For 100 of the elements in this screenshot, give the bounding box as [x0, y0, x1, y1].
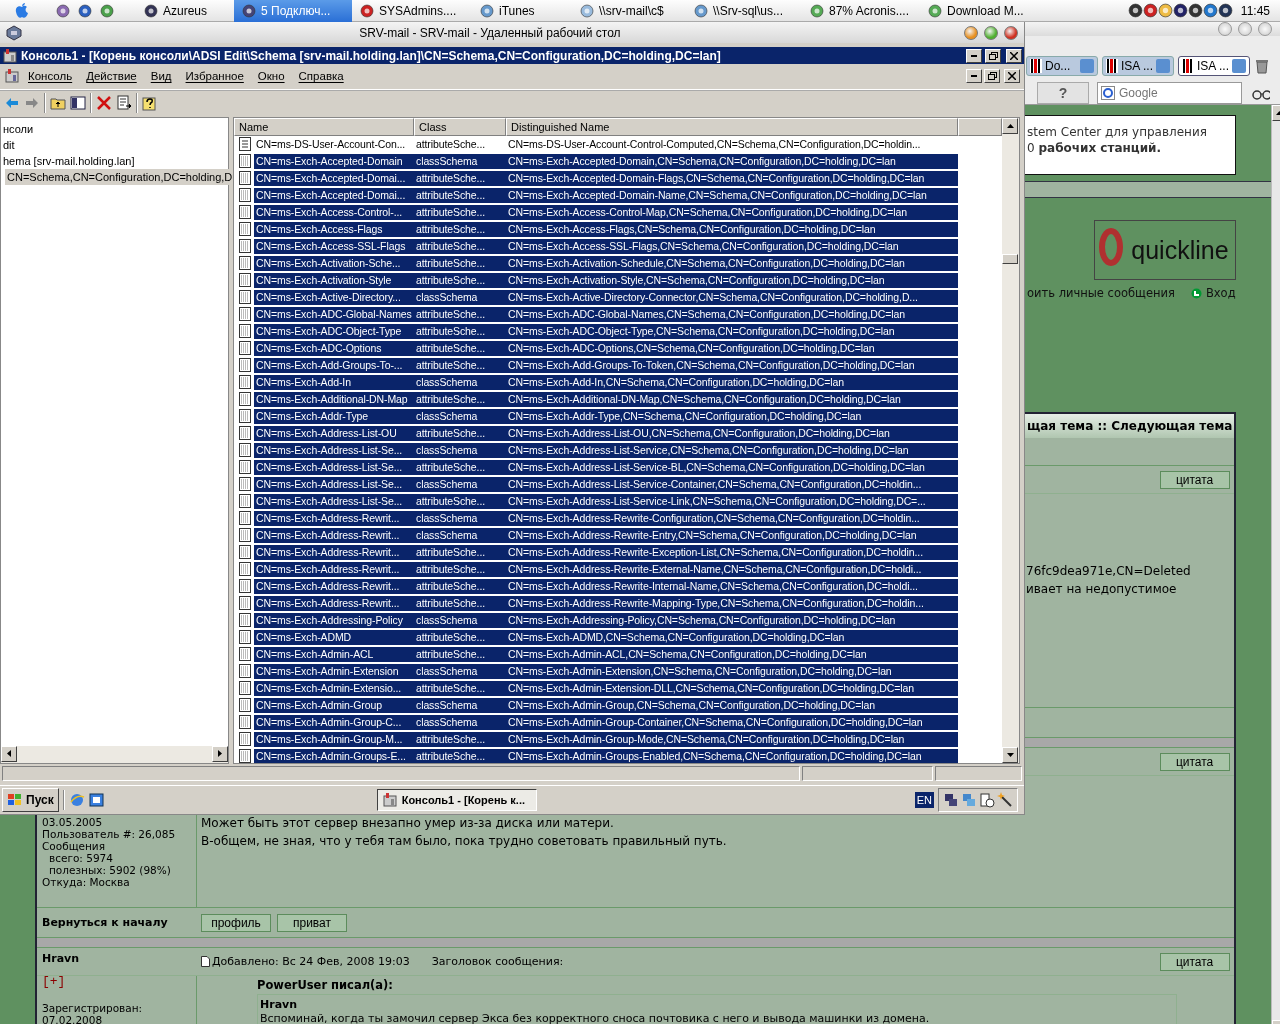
menubar-item[interactable]: \\Srv-sql\us...: [686, 0, 802, 22]
language-indicator[interactable]: EN: [914, 792, 934, 808]
post-author[interactable]: Hravn: [42, 952, 197, 965]
name-cell[interactable]: CN=ms-Exch-Address-List-Se...: [254, 459, 414, 475]
dn-cell: CN=ms-Exch-Address-Rewrite-External-Name,CN=Schema,CN=Configuration,DC=holdi...: [506, 561, 958, 577]
dn-cell: CN=ms-Exch-Address-List-Service-Container,CN=Schema,CN=Configuration,DC=holdin...: [506, 476, 958, 492]
menubar-item[interactable]: 87% Acronis....: [802, 0, 920, 22]
menu-item[interactable]: Консоль: [22, 70, 79, 83]
rank-link[interactable]: [+]: [42, 976, 191, 988]
name-cell[interactable]: CN=ms-Exch-Address-List-OU: [254, 425, 414, 441]
menubar-item[interactable]: 5 Подключ...: [234, 0, 352, 22]
tree-item[interactable]: нсоли: [1, 120, 36, 137]
name-cell[interactable]: CN=ms-Exch-ADC-Options: [254, 340, 414, 356]
logo[interactable]: quickline: [1093, 220, 1236, 280]
name-cell[interactable]: CN=ms-Exch-Additional-DN-Map: [254, 391, 414, 407]
dn-cell: CN=ms-Exch-Activation-Schedule,CN=Schema,CN=Configuration,DC=holding,DC=lan: [506, 255, 958, 271]
tree-item[interactable]: hema [srv-mail.holding.lan]: [1, 152, 137, 169]
name-cell[interactable]: CN=ms-Exch-Accepted-Domain: [254, 153, 414, 169]
browser-tab[interactable]: ISA ...: [1102, 56, 1174, 76]
name-cell[interactable]: CN=ms-Exch-Add-Groups-To-...: [254, 357, 414, 373]
dn-cell: CN=ms-Exch-Addr-Type,CN=Schema,CN=Configuration,DC=holding,DC=lan: [506, 408, 958, 424]
profile-button[interactable]: приват: [277, 913, 347, 932]
name-cell[interactable]: CN=ms-Exch-Access-SSL-Flags: [254, 238, 414, 254]
dn-cell-text: CN=ms-DS-User-Account-Control-Computed,CN=Schema,CN=Configuration,DC=holdin...: [507, 136, 922, 152]
name-cell[interactable]: CN=ms-Exch-Activation-Style: [254, 272, 414, 288]
menu-item[interactable]: Действие: [80, 70, 143, 83]
browser-tab[interactable]: Do...: [1026, 56, 1098, 76]
menu-item[interactable]: Избранное: [179, 70, 250, 83]
dn-cell: CN=ms-Exch-Admin-Extension-DLL,CN=Schema,CN=Configuration,DC=holding,DC=lan: [506, 680, 958, 696]
help-button[interactable]: ?: [1037, 82, 1089, 104]
post-text: 76fc9dea971e,CN=Deleted: [1026, 563, 1191, 580]
browser-tab[interactable]: ISA ...: [1178, 56, 1250, 76]
name-cell[interactable]: CN=ms-Exch-Admin-Extensio...: [254, 680, 414, 696]
nav-link[interactable]: оить личные сообщения: [1027, 286, 1175, 300]
name-cell[interactable]: CN=ms-Exch-Admin-Group-M...: [254, 731, 414, 747]
user-info: полезных: 5902 (98%): [48, 864, 172, 876]
name-cell[interactable]: CN=ms-Exch-ADC-Global-Names: [254, 306, 414, 322]
class-cell: classSchema: [414, 612, 506, 628]
banner-text: stem Center для управления: [1027, 124, 1207, 140]
column-header[interactable]: Distinguished Name: [506, 117, 958, 136]
name-cell[interactable]: CN=ms-Exch-Address-List-Se...: [254, 442, 414, 458]
dn-cell: CN=ms-Exch-Accepted-Domain-Flags,CN=Schema,CN=Configuration,DC=holding,DC=lan: [506, 170, 958, 186]
menu-item[interactable]: Вид: [144, 70, 178, 83]
name-cell[interactable]: CN=ms-Exch-Addressing-Policy: [254, 612, 414, 628]
name-cell[interactable]: CN=ms-Exch-Address-Rewrit...: [254, 561, 414, 577]
name-cell[interactable]: CN=ms-Exch-Address-Rewrit...: [254, 544, 414, 560]
class-cell: attributeSche...: [414, 204, 506, 220]
window-title: SRV-mail - SRV-mail - Удаленный рабочий стол: [358, 25, 622, 40]
search-field[interactable]: Google: [1097, 82, 1242, 104]
quote-button[interactable]: цитата: [1159, 470, 1230, 489]
name-cell[interactable]: CN=ms-Exch-Admin-Extension: [254, 663, 414, 679]
name-cell[interactable]: CN=ms-Exch-Activation-Sche...: [254, 255, 414, 271]
name-cell[interactable]: CN=ms-Exch-Admin-Groups-E...: [254, 748, 414, 763]
name-cell[interactable]: CN=ms-DS-User-Account-Con...: [254, 136, 414, 152]
name-cell[interactable]: CN=ms-Exch-Admin-Group-C...: [254, 714, 414, 730]
name-cell[interactable]: CN=ms-Exch-Address-Rewrit...: [254, 578, 414, 594]
name-cell[interactable]: CN=ms-Exch-Address-List-Se...: [254, 476, 414, 492]
start-button[interactable]: Пуск: [2, 788, 59, 812]
menubar-item[interactable]: Azureus: [136, 0, 234, 22]
tree-item[interactable]: dit: [1, 136, 17, 153]
name-cell[interactable]: CN=ms-Exch-ADC-Object-Type: [254, 323, 414, 339]
login-link[interactable]: Вход: [1205, 286, 1236, 300]
dn-cell: CN=ms-Exch-Accepted-Domain,CN=Schema,CN=Configuration,DC=holding,DC=lan: [506, 153, 958, 169]
name-cell[interactable]: CN=ms-Exch-ADMD: [254, 629, 414, 645]
menu-item[interactable]: Справка: [292, 70, 350, 83]
menu-item[interactable]: Окно: [251, 70, 291, 83]
console-title: Консоль1 - [Корень консоли\ADSI Edit\Schema [srv-mail.holding.lan]\CN=Schema,CN=Configuration,DC=holding,DC=lan]: [21, 48, 722, 63]
quote-button[interactable]: цитата: [1159, 752, 1230, 771]
menubar-item[interactable]: SYSAdmins....: [352, 0, 472, 22]
back-to-top-link[interactable]: Вернуться к началу: [37, 916, 197, 929]
class-cell: classSchema: [414, 527, 506, 543]
name-cell[interactable]: CN=ms-Exch-Addr-Type: [254, 408, 414, 424]
clock: 11:45: [1240, 3, 1270, 18]
topic-navigation[interactable]: щая тема :: Следующая тема: [1027, 419, 1233, 433]
name-cell[interactable]: CN=ms-Exch-Accepted-Domai...: [254, 170, 414, 186]
menubar-item[interactable]: Download M...: [920, 0, 1035, 22]
name-cell[interactable]: CN=ms-Exch-Admin-Group: [254, 697, 414, 713]
dn-cell: CN=ms-Exch-Admin-Group-Container,CN=Schema,CN=Configuration,DC=holding,DC=lan: [506, 714, 958, 730]
menubar-item[interactable]: \\srv-mail\c$: [572, 0, 686, 22]
dn-cell: CN=ms-Exch-Admin-Group-Mode,CN=Schema,CN=Configuration,DC=holding,DC=lan: [506, 731, 958, 747]
menubar-item[interactable]: iTunes: [472, 0, 572, 22]
name-cell[interactable]: CN=ms-Exch-Access-Flags: [254, 221, 414, 237]
name-cell[interactable]: CN=ms-Exch-Address-Rewrit...: [254, 527, 414, 543]
name-cell[interactable]: CN=ms-Exch-Active-Directory...: [254, 289, 414, 305]
name-cell[interactable]: CN=ms-Exch-Accepted-Domai...: [254, 187, 414, 203]
name-cell[interactable]: CN=ms-Exch-Access-Control-...: [254, 204, 414, 220]
tree-item[interactable]: CN=Schema,CN=Configuration,DC=holding,D: [5, 168, 235, 185]
name-cell[interactable]: CN=ms-Exch-Address-List-Se...: [254, 493, 414, 509]
profile-button[interactable]: профиль: [201, 913, 271, 932]
quote-button[interactable]: цитата: [1159, 952, 1230, 971]
user-info: Пользователь #: 26,085: [42, 828, 177, 840]
taskbar-button[interactable]: Консоль1 - [Корень к...: [376, 789, 537, 811]
name-cell[interactable]: CN=ms-Exch-Address-Rewrit...: [254, 595, 414, 611]
column-header[interactable]: Name: [234, 117, 414, 136]
user-info: Откуда: Москва: [42, 876, 131, 888]
dn-cell: CN=ms-Exch-Address-Rewrite-Mapping-Type,CN=Schema,CN=Configuration,DC=holdin...: [506, 595, 958, 611]
column-header[interactable]: Class: [414, 117, 506, 136]
name-cell[interactable]: CN=ms-Exch-Add-In: [254, 374, 414, 390]
name-cell[interactable]: CN=ms-Exch-Address-Rewrit...: [254, 510, 414, 526]
name-cell[interactable]: CN=ms-Exch-Admin-ACL: [254, 646, 414, 662]
